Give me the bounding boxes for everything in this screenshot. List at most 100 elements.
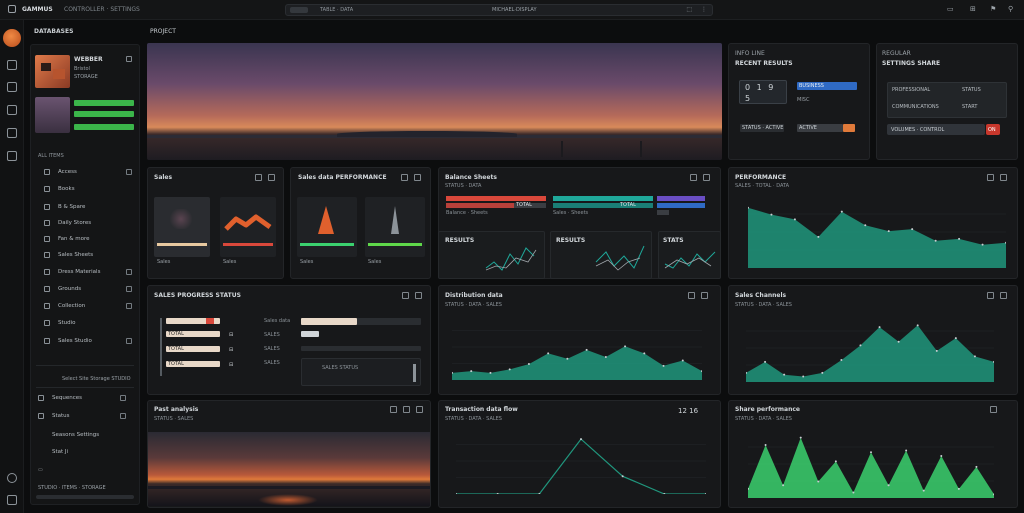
edit-icon[interactable]	[415, 292, 422, 299]
chart-icon[interactable]	[7, 105, 17, 115]
data-point	[957, 487, 960, 490]
sidebar-item-label: Collection	[58, 303, 86, 309]
edit-icon[interactable]	[1000, 174, 1007, 181]
setting-professional: PROFESSIONAL	[892, 87, 931, 93]
expand-icon[interactable]	[990, 406, 997, 413]
sidebar-item-grounds[interactable]: Grounds	[44, 285, 138, 295]
grid-icon[interactable]: ⊞	[970, 5, 976, 13]
url-tab[interactable]: TABLE · DATA	[320, 7, 353, 13]
edit-icon[interactable]	[414, 174, 421, 181]
balance-sheets-subtitle: STATUS · DATA	[445, 183, 482, 189]
search-icon[interactable]: ⚲	[1008, 5, 1013, 13]
sidebar-scrollbar[interactable]	[36, 495, 134, 499]
info-row-active-chip[interactable]	[843, 124, 855, 132]
item-action-icon[interactable]	[126, 303, 132, 309]
expand-icon[interactable]	[987, 174, 994, 181]
item-icon	[44, 252, 50, 258]
mini-bar-chip	[657, 210, 669, 215]
item-action-icon[interactable]	[126, 269, 132, 275]
sidebar-item-label: Grounds	[58, 286, 82, 292]
media-thumbnail[interactable]	[35, 97, 70, 133]
sidebar-item-fan[interactable]: Fan & more	[44, 235, 138, 245]
sales-tile-2-art	[224, 214, 272, 231]
avatar[interactable]	[3, 29, 21, 47]
expand-icon[interactable]	[987, 292, 994, 299]
edit-icon[interactable]	[268, 174, 275, 181]
edit-icon[interactable]	[701, 292, 708, 299]
progress-row-1-icon[interactable]: ⊟	[229, 332, 233, 338]
expand-icon[interactable]	[255, 174, 262, 181]
share-icon[interactable]	[390, 406, 397, 413]
edit-icon[interactable]	[703, 174, 710, 181]
item-action-icon[interactable]	[126, 338, 132, 344]
item-action-icon[interactable]	[126, 286, 132, 292]
expand-icon[interactable]	[690, 174, 697, 181]
sidebar-item-books[interactable]: Books	[44, 185, 138, 195]
data-point	[604, 355, 607, 358]
sidebar-item-collection[interactable]: Collection	[44, 302, 138, 312]
settings-icon[interactable]	[7, 151, 17, 161]
area-series	[452, 346, 702, 380]
mini-chart-3-title: STATS	[663, 237, 684, 244]
sidebar-footer-item-stat[interactable]: Stat Ji	[38, 448, 132, 458]
item-icon	[44, 186, 50, 192]
sales-tile-2-bar	[223, 243, 273, 246]
sidebar-item-dress-materials[interactable]: Dress Materials	[44, 268, 138, 278]
sidebar-item-daily-stores[interactable]: Daily Stores	[44, 219, 138, 229]
sidebar-item-sales-studio[interactable]: Sales Studio	[44, 337, 138, 347]
logout-icon[interactable]	[7, 495, 17, 505]
info-panel-subtitle: RECENT RESULTS	[735, 60, 793, 67]
folder-icon[interactable]	[7, 82, 17, 92]
sidebar-footer-item-status[interactable]: Status	[38, 412, 132, 422]
expand-icon[interactable]	[688, 292, 695, 299]
info-row-status: STATUS · ACTIVE	[742, 125, 784, 131]
url-bar[interactable]: TABLE · DATA MICHAEL·DISPLAY ⬚ ⋮	[285, 4, 713, 16]
expand-icon[interactable]	[403, 406, 410, 413]
flag-icon[interactable]: ⚑	[990, 5, 996, 13]
sidebar-title: DATABASES	[34, 28, 74, 35]
sidebar-footer-line: Select Site Storage STUDIO	[62, 376, 131, 382]
help-icon[interactable]	[7, 473, 17, 483]
regular-panel-title: REGULAR	[882, 50, 911, 57]
expand-icon[interactable]	[401, 174, 408, 181]
data-point	[864, 224, 867, 227]
item-icon	[38, 413, 44, 419]
database-icon[interactable]	[7, 128, 17, 138]
more-icon[interactable]: ⋮	[701, 6, 707, 13]
sales-channels-title: Sales Channels	[735, 292, 787, 299]
sidebar-item-access[interactable]: Access	[44, 168, 138, 178]
sidebar-footer-item-seasons[interactable]: Seasons Settings	[38, 431, 132, 441]
profile-menu-icon[interactable]	[126, 56, 132, 62]
data-point	[905, 449, 908, 452]
item-action-icon[interactable]	[120, 395, 126, 401]
home-icon[interactable]	[7, 60, 17, 70]
sidebar-item-studio[interactable]: Studio	[44, 319, 138, 329]
progress-bar-3	[74, 124, 134, 130]
sales-data-row-3: SALES	[264, 360, 280, 366]
data-point	[662, 364, 665, 367]
data-point	[981, 243, 984, 246]
app-menu[interactable]: CONTROLLER · SETTINGS	[64, 6, 140, 13]
sidebar-item-spare[interactable]: B & Spare	[44, 203, 138, 213]
distribution-title: Distribution data	[445, 292, 503, 299]
progress-row-3-icon[interactable]: ⊟	[229, 362, 233, 368]
item-action-icon[interactable]	[120, 413, 126, 419]
mini-chart-1-title: RESULTS	[445, 237, 475, 244]
data-point	[975, 465, 978, 468]
url-address[interactable]: MICHAEL·DISPLAY	[492, 7, 537, 13]
perf-tile-1-label: Sales	[300, 259, 314, 265]
progress-row-2-icon[interactable]: ⊟	[229, 347, 233, 353]
data-point	[916, 324, 919, 327]
sidebar-item-sales-sheets[interactable]: Sales Sheets	[44, 251, 138, 261]
window-icon[interactable]: ▭	[947, 5, 954, 13]
profile-thumbnail[interactable]	[35, 55, 70, 88]
sales-progress-title: SALES PROGRESS STATUS	[154, 292, 241, 299]
data-point	[934, 239, 937, 242]
progress-rail	[160, 318, 162, 376]
bookmark-icon[interactable]: ⬚	[686, 6, 692, 13]
expand-icon[interactable]	[402, 292, 409, 299]
edit-icon[interactable]	[1000, 292, 1007, 299]
sidebar-footer-item-sequences[interactable]: Sequences	[38, 394, 132, 404]
edit-icon[interactable]	[416, 406, 423, 413]
item-action-icon[interactable]	[126, 169, 132, 175]
